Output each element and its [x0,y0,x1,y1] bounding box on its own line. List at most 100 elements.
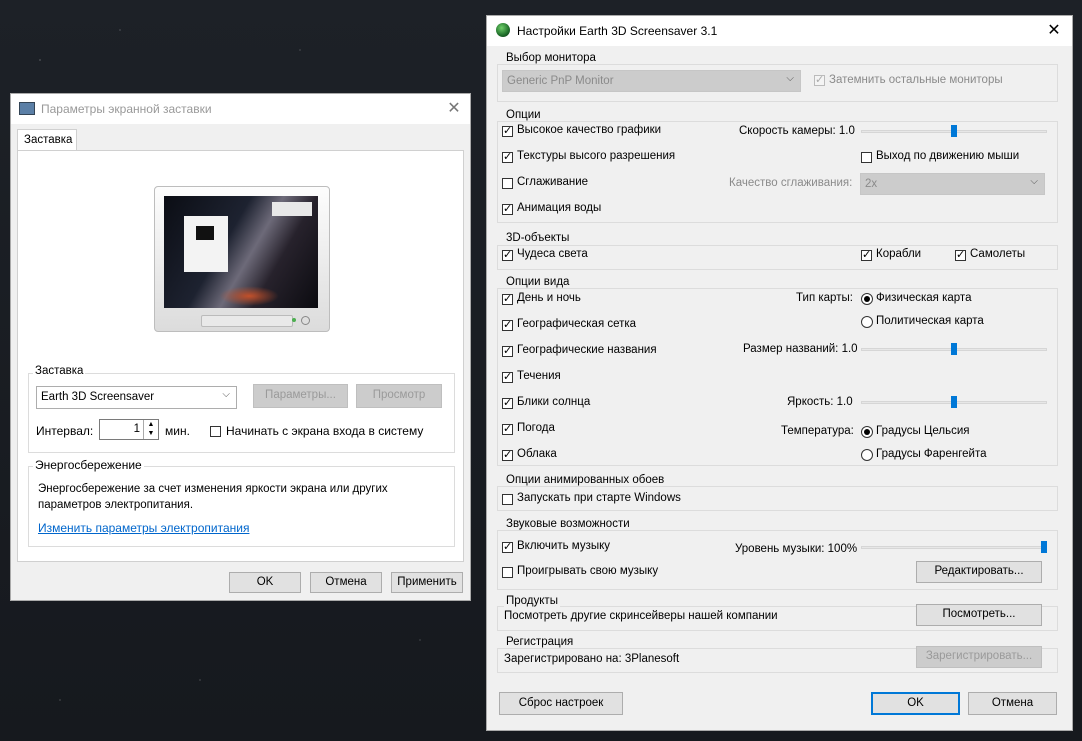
objects-group-label: 3D-объекты [504,232,572,244]
screensaver-settings-window: Параметры экранной заставки ✕ Заставка З… [10,93,471,601]
monitor-group-label: Выбор монитора [504,52,598,64]
apply-button[interactable]: Применить [391,572,463,593]
start-windows-label: Запускать при старте Windows [517,492,681,504]
planes-label: Самолеты [970,248,1026,260]
options-group-label: Опции [504,109,543,121]
screensaver-settings-button[interactable]: Параметры... [253,384,348,408]
geo-grid-checkbox[interactable] [502,318,513,331]
weather-checkbox[interactable] [502,422,513,435]
registration-text: Зарегистрировано на: 3Planesoft [504,653,680,665]
stepper-down-icon[interactable]: ▼ [143,429,158,439]
dim-monitors-label: Затемнить остальные мониторы [829,74,1003,86]
fahrenheit-radio[interactable] [861,449,873,461]
view-group-label: Опции вида [504,276,572,288]
view-products-button[interactable]: Посмотреть... [916,604,1042,626]
preview-screen [164,196,318,308]
day-night-checkbox[interactable] [502,292,513,305]
enable-music-label: Включить музыку [517,540,611,552]
stepper-up-icon[interactable]: ▲ [143,420,158,429]
preview-button[interactable]: Просмотр [356,384,442,408]
music-level-slider[interactable] [861,546,1047,549]
sun-glare-checkbox[interactable] [502,396,513,409]
power-led-icon [292,318,296,322]
power-group-label: Энергосбережение [33,458,144,472]
monitor-preview [154,186,330,332]
music-level-label: Уровень музыки: 100% [735,543,858,555]
play-own-checkbox[interactable] [502,567,513,578]
currents-label: Течения [517,370,561,382]
title-bar[interactable]: Настройки Earth 3D Screensaver 3.1 ✕ [487,16,1072,46]
clouds-checkbox[interactable] [502,448,513,461]
display-icon [19,102,35,115]
map-type-label: Тип карты: [796,292,853,304]
products-group-label: Продукты [504,595,560,607]
brightness-label: Яркость: 1.0 [787,396,853,408]
power-settings-link[interactable]: Изменить параметры электропитания [38,521,249,535]
hires-textures-label: Текстуры высого разрешения [517,150,676,162]
cancel-button[interactable]: Отмена [310,572,382,593]
close-icon[interactable]: ✕ [1044,21,1064,41]
aa-quality-select[interactable]: 2x ⌵ [860,173,1045,195]
tab-screensaver[interactable]: Заставка [17,129,77,151]
fahrenheit-label: Градусы Фаренгейта [876,448,987,460]
exit-mouse-checkbox[interactable] [861,152,872,163]
chevron-down-icon: ⌵ [1030,176,1038,187]
ok-button[interactable]: OK [871,692,960,715]
hq-graphics-label: Высокое качество графики [517,124,662,136]
planes-checkbox[interactable] [955,248,966,261]
water-anim-checkbox[interactable] [502,202,513,215]
temperature-label: Температура: [781,425,854,437]
preview-dialog [184,216,228,272]
sound-group-label: Звуковые возможности [504,518,632,530]
antialiasing-checkbox[interactable] [502,178,513,189]
antialiasing-label: Сглаживание [517,176,589,188]
enable-music-checkbox[interactable] [502,540,513,553]
ok-button[interactable]: OK [229,572,301,593]
exit-mouse-label: Выход по движению мыши [876,150,1020,162]
interval-stepper[interactable]: 1 ▲ ▼ [99,419,159,440]
start-windows-checkbox[interactable] [502,494,513,505]
screensaver-select[interactable]: Earth 3D Screensaver ⌵ [36,386,237,409]
geo-names-checkbox[interactable] [502,344,513,357]
monitor-stand [201,315,293,327]
aa-quality-label: Качество сглаживания: [729,177,853,189]
interval-unit: мин. [165,424,190,438]
power-button-icon [301,316,310,325]
dim-monitors-checkbox[interactable] [814,73,825,86]
title-bar[interactable]: Параметры экранной заставки ✕ [11,94,470,124]
camera-speed-label: Скорость камеры: 1.0 [739,125,855,137]
ships-checkbox[interactable] [861,248,872,261]
camera-speed-thumb[interactable] [951,125,957,137]
cancel-button[interactable]: Отмена [968,692,1057,715]
interval-label: Интервал: [36,424,94,438]
products-text: Посмотреть другие скринсейверы нашей ком… [504,610,778,622]
music-level-thumb[interactable] [1041,541,1047,553]
names-size-label: Размер названий: 1.0 [743,343,858,355]
chevron-down-icon: ⌵ [222,389,230,400]
geo-grid-label: Географическая сетка [517,318,637,330]
screensaver-group-label: Заставка [33,365,86,377]
geo-names-label: Географические названия [517,344,657,356]
edit-music-button[interactable]: Редактировать... [916,561,1042,583]
celsius-radio[interactable] [861,426,873,438]
power-description: Энергосбережение за счет изменения яркос… [38,483,388,511]
close-icon[interactable]: ✕ [444,99,464,119]
chevron-down-icon: ⌵ [786,73,794,84]
reset-settings-button[interactable]: Сброс настроек [499,692,623,715]
window-title: Параметры экранной заставки [41,102,212,116]
register-button[interactable]: Зарегистрировать... [916,646,1042,668]
hires-textures-checkbox[interactable] [502,150,513,163]
currents-checkbox[interactable] [502,370,513,383]
ships-label: Корабли [876,248,922,260]
window-title: Настройки Earth 3D Screensaver 3.1 [517,24,718,38]
physical-map-radio[interactable] [861,293,873,305]
hq-graphics-checkbox[interactable] [502,124,513,137]
logon-screen-checkbox[interactable] [210,426,221,437]
political-map-radio[interactable] [861,316,873,328]
celsius-label: Градусы Цельсия [876,425,970,437]
monitor-select[interactable]: Generic PnP Monitor ⌵ [502,70,801,92]
brightness-thumb[interactable] [951,396,957,408]
wonders-checkbox[interactable] [502,248,513,261]
names-size-thumb[interactable] [951,343,957,355]
logon-screen-label: Начинать с экрана входа в систему [226,424,424,438]
